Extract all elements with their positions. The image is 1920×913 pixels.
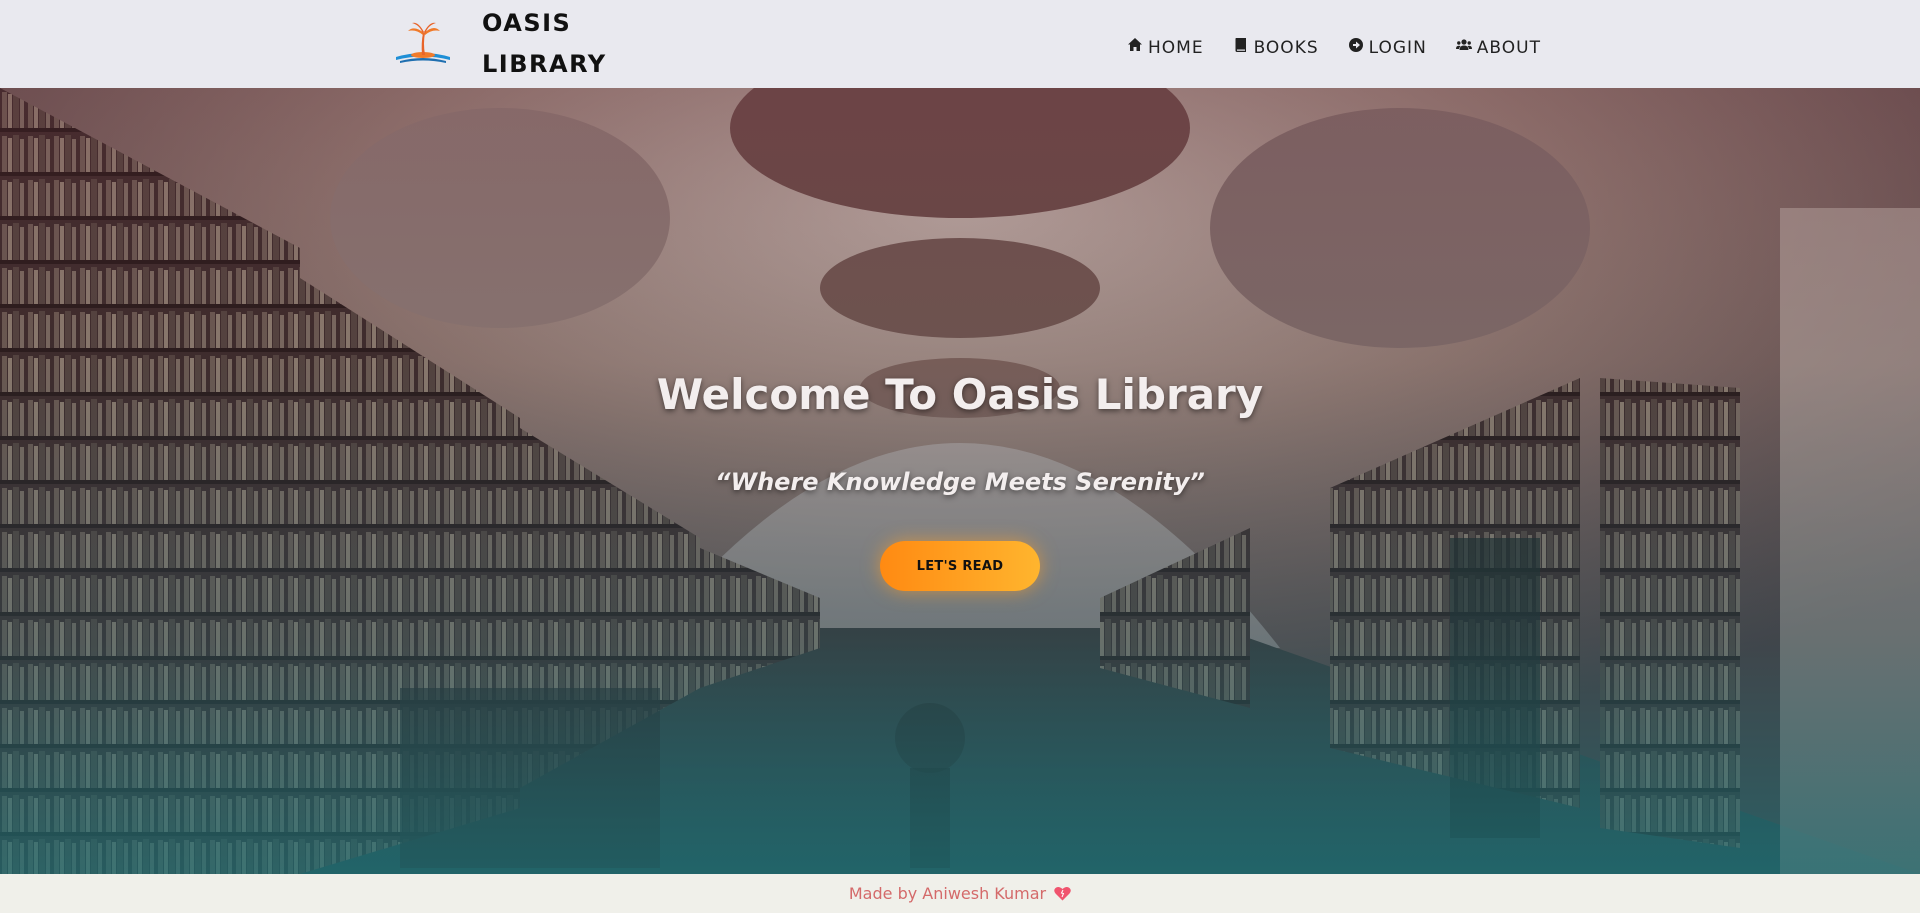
nav-item-books[interactable]: BOOKS [1233,30,1319,58]
nav-item-login-label: LOGIN [1368,38,1427,58]
brand-name-line2: LIBRARY [482,50,607,78]
footer-credit: Made by Aniwesh Kumar [848,884,1047,903]
hero-section: Welcome To Oasis Library “Where Knowledg… [0,88,1920,874]
heart-icon [1054,886,1071,901]
nav-item-about[interactable]: ABOUT [1455,30,1541,58]
main-nav: HOME BOOKS LOGIN ABOUT [1127,0,1541,88]
book-icon [1235,37,1246,52]
brand-name-line1: OASIS [482,9,572,37]
nav-item-about-label: ABOUT [1476,38,1541,58]
users-icon [1455,38,1472,50]
brand-name: OASIS LIBRARY [482,3,607,85]
footer: Made by Aniwesh Kumar [0,874,1920,913]
nav-item-books-label: BOOKS [1253,38,1319,58]
nav-item-login[interactable]: LOGIN [1348,30,1427,58]
hero-title: Welcome To Oasis Library [656,370,1264,419]
palm-island-book-icon [396,22,450,63]
hero-tagline: “Where Knowledge Meets Serenity” [715,468,1205,496]
nav-item-home[interactable]: HOME [1127,30,1204,58]
navbar: OASIS LIBRARY HOME BOOKS LOGIN ABOUT [0,0,1920,88]
lets-read-button[interactable]: LET'S READ [880,541,1040,591]
brand[interactable]: OASIS LIBRARY [392,0,607,88]
nav-item-home-label: HOME [1147,38,1204,58]
home-icon [1127,37,1142,51]
login-icon [1348,37,1363,52]
hero-content: Welcome To Oasis Library “Where Knowledg… [0,88,1920,874]
